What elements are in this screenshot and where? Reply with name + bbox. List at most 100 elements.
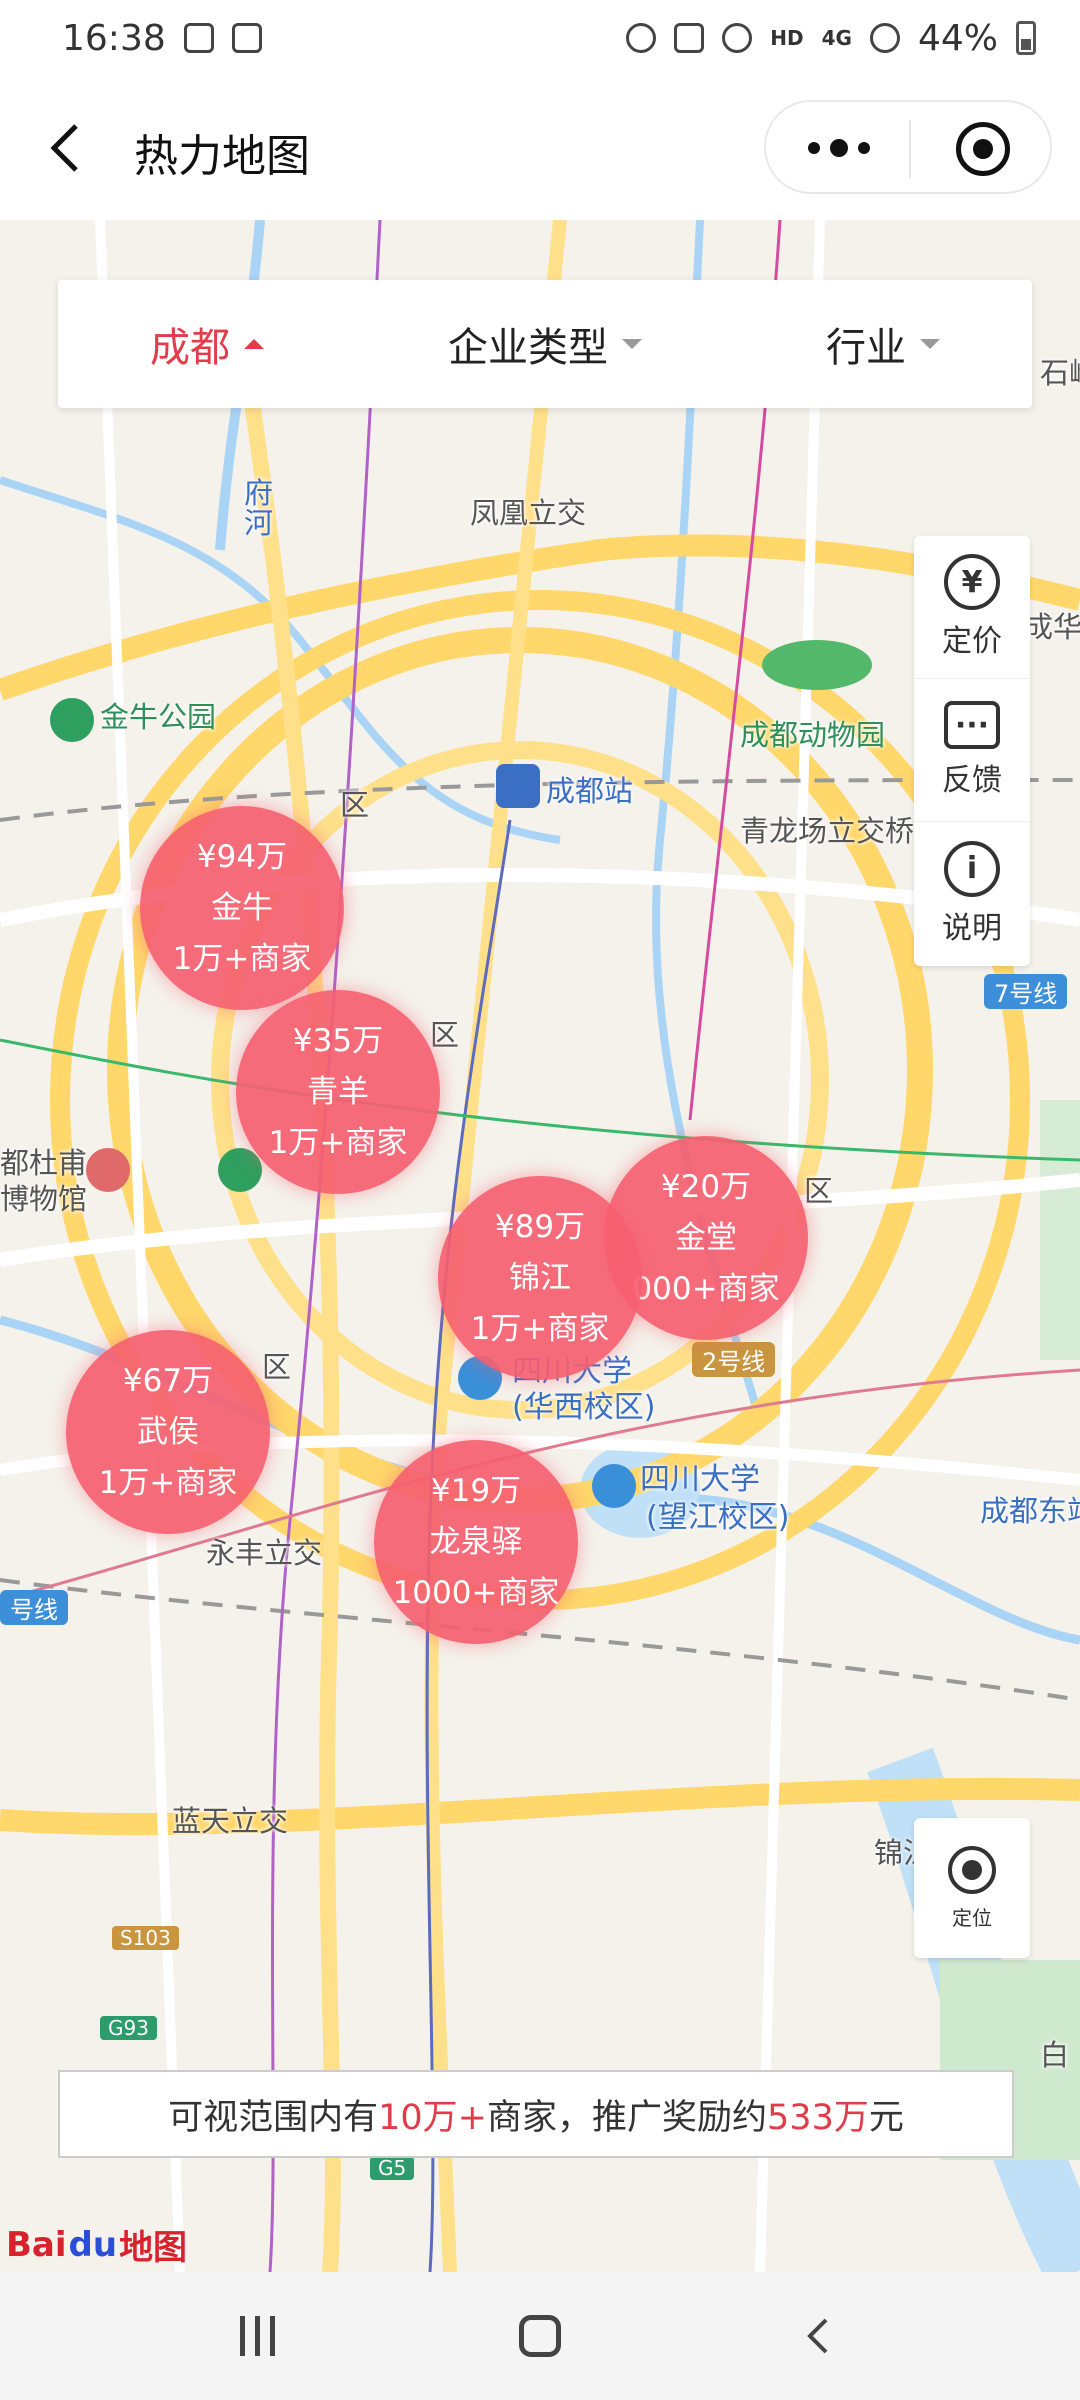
map-label: 蓝天立交	[172, 1804, 289, 1838]
museum-poi-icon[interactable]	[86, 1148, 130, 1192]
map-label: (望江校区)	[646, 1500, 790, 1535]
map-label: 府河	[244, 476, 274, 540]
nav-back-button[interactable]	[800, 2316, 840, 2356]
caret-up-icon	[244, 339, 264, 349]
map-tools-panel: ¥ 定价 ··· 反馈 i 说明	[914, 536, 1030, 966]
bubble-price: ¥35万	[292, 1022, 384, 1059]
explanation-button[interactable]: i 说明	[914, 822, 1030, 965]
tool-label: 说明	[942, 910, 1002, 946]
chat-bubble-icon: ···	[944, 701, 1000, 749]
filter-city[interactable]: 成都	[150, 315, 264, 373]
park-poi-icon[interactable]	[50, 698, 94, 742]
recent-apps-icon	[269, 2316, 275, 2356]
bubble-area: 锦江	[509, 1259, 571, 1296]
network-indicator: 4G	[821, 26, 852, 50]
map-label: 白	[1040, 2038, 1070, 2072]
logo-text: Bai	[6, 2224, 67, 2265]
info-middle: 商家，推广奖励约	[487, 2097, 768, 2138]
pricing-button[interactable]: ¥ 定价	[914, 536, 1030, 679]
chevron-left-icon	[50, 124, 78, 172]
gallery-icon	[183, 23, 214, 53]
logo-text: du	[68, 2224, 118, 2265]
tool-label: 反馈	[942, 763, 1002, 798]
recent-apps-button[interactable]	[239, 2316, 280, 2356]
visible-range-summary: 可视范围内有 10万+ 商家，推广奖励约 533万 元	[58, 2070, 1014, 2158]
hd-indicator: HD	[770, 26, 804, 50]
filter-enterprise-type[interactable]: 企业类型	[448, 315, 642, 373]
bubble-price: ¥67万	[122, 1362, 214, 1399]
more-dot-icon	[830, 139, 848, 157]
baidu-map-logo: Bai du 地图	[6, 2220, 187, 2269]
caret-down-icon	[920, 339, 940, 349]
heat-bubble-longquanyi[interactable]: ¥19万 龙泉驿 1000+商家	[374, 1440, 578, 1644]
zoo-poi-icon[interactable]	[762, 640, 872, 690]
map-label: 成华	[1024, 610, 1080, 644]
more-dot-icon	[858, 142, 870, 154]
map-label: 金牛公园	[100, 700, 217, 734]
page-title: 热力地图	[134, 131, 310, 182]
map-label: 成都站	[546, 774, 634, 808]
metro-line-badge: 7号线	[984, 974, 1068, 1009]
map-label: 区	[804, 1174, 834, 1208]
filter-label: 行业	[826, 325, 906, 371]
bubble-count: 1000+商家	[392, 1574, 560, 1611]
info-circle-icon: i	[944, 840, 1000, 897]
alarm-icon	[626, 23, 657, 53]
no-disturb-icon	[869, 23, 900, 53]
caret-down-icon	[622, 339, 642, 349]
info-prefix: 可视范围内有	[168, 2097, 379, 2138]
bubble-price: ¥19万	[430, 1472, 522, 1509]
bubble-area: 青羊	[307, 1073, 369, 1110]
school-poi-icon[interactable]	[592, 1464, 636, 1508]
filter-label: 企业类型	[448, 325, 608, 371]
status-bar: 16:38 HD 4G 44%	[0, 0, 1080, 76]
filter-industry[interactable]: 行业	[826, 315, 940, 373]
more-button[interactable]	[808, 130, 872, 166]
bubble-count: 1万+商家	[470, 1310, 610, 1347]
heat-bubble-jinjiang[interactable]: ¥89万 锦江 1万+商家	[438, 1176, 642, 1380]
road-shield: G93	[100, 2016, 157, 2040]
bubble-price: ¥94万	[196, 838, 288, 875]
yuan-circle-icon: ¥	[944, 554, 1000, 610]
battery-percent: 44%	[917, 17, 998, 59]
map-view[interactable]: 凤凰立交 金牛公园 成都动物园 成都站 青龙场立交桥 成华 石岭 成都东站 都杜…	[0, 220, 1080, 2272]
bubble-price: ¥20万	[660, 1168, 752, 1205]
map-label: (华西校区)	[512, 1390, 656, 1425]
bubble-count: 1万+商家	[172, 940, 312, 977]
status-right: HD 4G 44%	[626, 18, 1036, 59]
heat-bubble-wuhou[interactable]: ¥67万 武侯 1万+商家	[66, 1330, 270, 1534]
locate-button[interactable]: 定位	[914, 1818, 1030, 1958]
bubble-area: 龙泉驿	[429, 1523, 523, 1560]
map-label: 区	[340, 788, 370, 822]
close-mini-program-icon[interactable]	[956, 122, 1010, 176]
tool-label: 定价	[942, 624, 1002, 659]
road-shield: G5	[370, 2156, 415, 2180]
map-label: 博物馆	[0, 1182, 88, 1216]
locate-label: 定位	[952, 1905, 992, 1930]
map-label: 成都动物园	[740, 718, 886, 752]
app-header: 热力地图	[0, 76, 1080, 220]
info-suffix: 元	[868, 2097, 904, 2138]
map-label: 青龙场立交桥	[740, 814, 915, 848]
bubble-price: ¥89万	[494, 1208, 586, 1245]
mute-icon	[674, 23, 705, 53]
map-label: 区	[430, 1018, 460, 1052]
home-button[interactable]	[518, 2315, 561, 2357]
heat-bubble-qingyang[interactable]: ¥35万 青羊 1万+商家	[236, 990, 440, 1194]
park-poi-icon[interactable]	[218, 1148, 262, 1192]
feedback-button[interactable]: ··· 反馈	[914, 679, 1030, 822]
more-dot-icon	[808, 142, 820, 154]
system-nav-bar	[0, 2272, 1080, 2400]
filter-label: 成都	[150, 325, 230, 371]
station-poi-icon[interactable]	[496, 764, 540, 808]
info-reward-amount: 533万	[767, 2097, 869, 2138]
bubble-count: 000+商家	[632, 1270, 780, 1307]
bubble-count: 1万+商家	[98, 1464, 238, 1501]
info-merchant-count: 10万+	[378, 2097, 488, 2138]
map-label: 永丰立交	[206, 1536, 323, 1570]
wifi-icon	[722, 23, 753, 53]
back-button[interactable]	[46, 120, 92, 176]
bubble-count: 1万+商家	[268, 1124, 408, 1161]
filter-bar: 成都 企业类型 行业	[58, 280, 1032, 408]
heat-bubble-jinniu[interactable]: ¥94万 金牛 1万+商家	[140, 806, 344, 1010]
